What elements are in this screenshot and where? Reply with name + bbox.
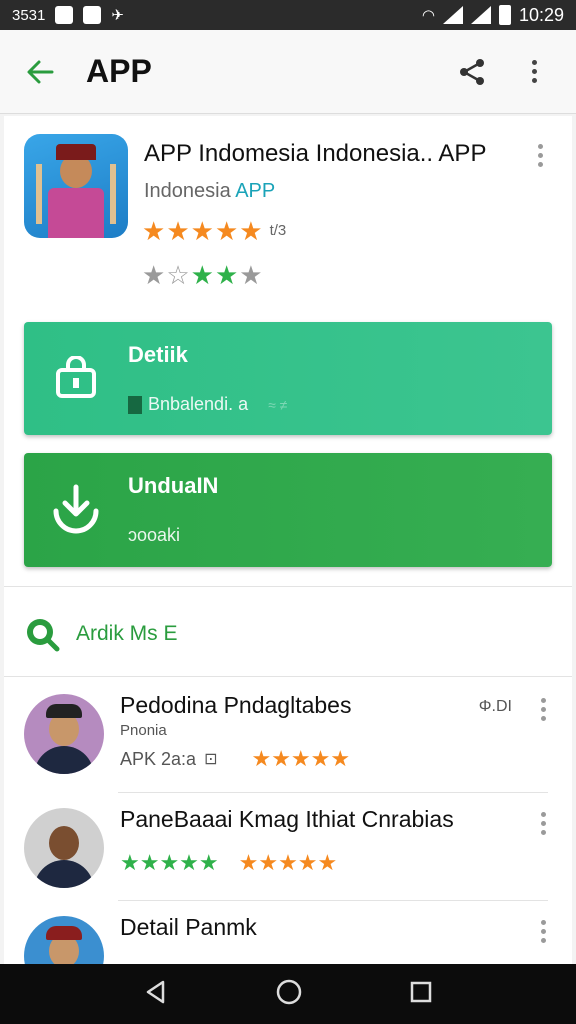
shield-notification-icon: [83, 6, 102, 24]
overflow-menu-button[interactable]: [512, 50, 556, 94]
puppet-hat: [56, 144, 96, 160]
list-item-name: Detail Panmk: [120, 914, 257, 940]
app-title: APP Indomesia Indonesia.. APP: [144, 140, 487, 167]
list-item-row-text: APK 2a:a: [120, 748, 197, 769]
avatar-cap: [46, 704, 82, 718]
star-icon: ★: [142, 216, 166, 246]
more-vert-icon: [541, 812, 546, 835]
app-icon: [24, 134, 128, 238]
app-subtitle-main: Indonesia: [144, 180, 231, 202]
header-more-button[interactable]: [530, 144, 550, 168]
list-item-more-button[interactable]: [541, 698, 546, 721]
detail-card-meta-faint: ≈ ≠: [268, 396, 288, 413]
download-icon: [48, 481, 104, 537]
more-vert-icon: [531, 60, 537, 83]
avatar: [24, 916, 104, 964]
list-item-more-button[interactable]: [541, 920, 546, 943]
detail-card-meta: Bnbalendi. a ≈ ≠: [128, 394, 287, 415]
plane-notification-icon: ✈: [111, 7, 124, 24]
nav-home-button[interactable]: [275, 978, 303, 1011]
avatar: [24, 694, 104, 774]
star-icon: ★: [142, 260, 166, 290]
rating-small-text: t/3: [269, 222, 287, 239]
list-item-name: PaneBaaai Kmag Ithiat Cnrabias: [120, 806, 454, 832]
nav-back-button[interactable]: [143, 979, 169, 1010]
download-card-label: UnduaIN: [128, 473, 219, 498]
star-icon: ★: [190, 216, 214, 246]
avatar-suit: [34, 860, 94, 888]
signal-icon-2: [470, 6, 491, 24]
rating-stars: ★★★★★: [238, 850, 338, 875]
star-icon: ★: [214, 260, 239, 290]
divider: [118, 900, 548, 901]
list-item[interactable]: Pedodina Pndagltabes Pnonia APK 2a:a ⊡ ★…: [4, 682, 572, 794]
download-card[interactable]: UnduaIN ɔooaki: [24, 453, 552, 567]
star-icon: ★: [239, 216, 263, 246]
share-icon: [460, 58, 484, 85]
rating-stars-primary: ★ ★ ★ ★ ★ t/3: [142, 218, 286, 244]
download-card-meta: ɔooaki: [128, 525, 181, 545]
star-icon: ★: [239, 260, 263, 290]
star-outline-icon: ☆: [166, 260, 190, 290]
square-recents-icon: [410, 981, 432, 1002]
rating-stars: ★★★★★: [251, 746, 351, 771]
rating-stars-green: ★★★★★: [120, 850, 219, 875]
avatar-cap: [46, 926, 82, 940]
lock-icon: ⊡: [204, 751, 218, 768]
wifi-icon: ◠: [421, 7, 435, 24]
status-time-right: 10:29: [518, 4, 564, 25]
lock-icon: [48, 350, 104, 406]
image-notification-icon: [55, 6, 74, 24]
status-bar: 3531 ✈ ◠ 10:29: [0, 0, 576, 30]
nav-recents-button[interactable]: [409, 980, 433, 1009]
file-icon: [128, 395, 142, 414]
list-item-count: Φ.DI: [478, 698, 512, 715]
main-content: APP Indomesia Indonesia.. APP Indonesia …: [4, 116, 572, 964]
back-button[interactable]: [20, 52, 60, 92]
share-button[interactable]: [450, 50, 494, 94]
puppet-stick-right: [110, 164, 116, 224]
star-icon: ★: [214, 216, 239, 246]
section-header[interactable]: Ardik Ms E: [24, 616, 178, 652]
app-subtitle: Indonesia APP: [144, 180, 275, 203]
avatar-suit: [34, 746, 94, 774]
detail-card-label: Detiik: [128, 342, 188, 367]
app-subtitle-tag: APP: [235, 180, 276, 202]
divider: [4, 586, 572, 587]
detail-card[interactable]: Detiik Bnbalendi. a ≈ ≠: [24, 322, 552, 435]
app-bar: APP: [0, 30, 576, 114]
section-label: Ardik Ms E: [76, 622, 178, 645]
list-item-meta: APK 2a:a ⊡ ★★★★★: [120, 746, 350, 772]
signal-icon: [442, 6, 463, 24]
list-item-sub: Pnonia: [120, 722, 167, 739]
battery-icon: [498, 5, 511, 25]
star-icon: ★: [190, 260, 214, 290]
star-icon: ★: [166, 216, 190, 246]
detail-card-meta-text: Bnbalendi. a: [148, 394, 249, 414]
list-item[interactable]: Detail Panmk: [4, 904, 572, 964]
system-nav-bar: [0, 964, 576, 1024]
list-item-meta: ★★★★★ ★★★★★: [120, 850, 337, 876]
avatar: [24, 808, 104, 888]
divider: [4, 676, 572, 677]
list-item[interactable]: PaneBaaai Kmag Ithiat Cnrabias ★★★★★ ★★★…: [4, 796, 572, 908]
more-vert-icon: [541, 920, 546, 943]
status-time-left: 3531: [12, 6, 46, 24]
puppet-stick-left: [36, 164, 42, 224]
page-title: APP: [86, 53, 152, 89]
avatar-face: [49, 826, 79, 860]
more-vert-icon: [530, 144, 550, 167]
rating-stars-secondary: ★ ☆ ★ ★ ★: [142, 262, 263, 288]
divider: [118, 792, 548, 793]
arrow-left-icon: [27, 60, 54, 83]
list-item-name: Pedodina Pndagltabes: [120, 692, 352, 718]
list-item-more-button[interactable]: [541, 812, 546, 835]
more-vert-icon: [541, 698, 546, 721]
search-icon: [27, 619, 60, 652]
circle-home-icon: [276, 979, 302, 1004]
app-header: APP Indomesia Indonesia.. APP Indonesia …: [4, 116, 572, 306]
puppet-body: [48, 188, 104, 238]
triangle-back-icon: [146, 980, 165, 1003]
